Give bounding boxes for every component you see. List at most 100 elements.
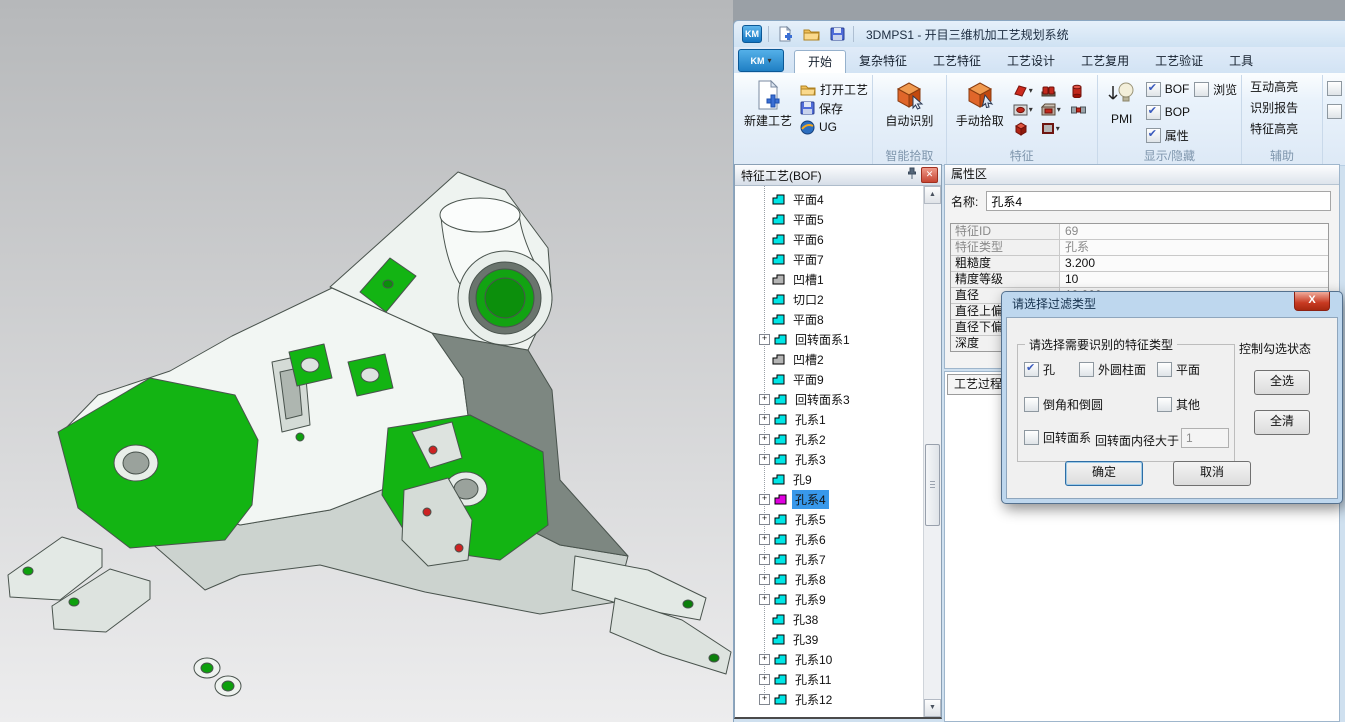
inner-diameter-input[interactable] xyxy=(1181,428,1229,448)
checkbox-icon[interactable] xyxy=(1157,397,1172,412)
tree-item[interactable]: 平面6 xyxy=(735,229,924,249)
close-icon[interactable]: ✕ xyxy=(921,167,938,183)
tree-item[interactable]: +孔系8 xyxy=(735,569,924,589)
tree-item[interactable]: +孔系1 xyxy=(735,409,924,429)
expand-toggle-icon[interactable]: + xyxy=(759,494,770,505)
cube-feature-button[interactable] xyxy=(1013,122,1041,136)
tree-item[interactable]: 平面4 xyxy=(735,189,924,209)
tree-item[interactable]: 平面8 xyxy=(735,309,924,329)
plane-filter-checkbox[interactable]: 平面 xyxy=(1157,361,1200,378)
ribbon-tab[interactable]: 复杂特征 xyxy=(846,50,920,72)
auto-recognize-button[interactable]: 自动识别 xyxy=(880,77,938,149)
checkbox-icon[interactable] xyxy=(1157,362,1172,377)
tree-item[interactable]: 凹槽2 xyxy=(735,349,924,369)
tree-item[interactable]: +孔系2 xyxy=(735,429,924,449)
ribbon-tab[interactable]: 工艺特征 xyxy=(920,50,994,72)
tree-item[interactable]: +孔系4 xyxy=(735,489,924,509)
expand-toggle-icon[interactable]: + xyxy=(759,454,770,465)
new-document-icon[interactable] xyxy=(775,24,795,44)
plane-feature-button[interactable]: ▾ xyxy=(1013,84,1041,97)
tree-item[interactable]: 平面7 xyxy=(735,249,924,269)
checkbox-icon[interactable] xyxy=(1024,430,1039,445)
tree-item[interactable]: +孔系12 xyxy=(735,689,924,709)
tree-item[interactable]: 孔38 xyxy=(735,609,924,629)
ribbon-tab[interactable]: 工艺验证 xyxy=(1142,50,1216,72)
interactive-highlight-button[interactable]: 互动高亮 xyxy=(1246,77,1318,98)
expand-toggle-icon[interactable]: + xyxy=(759,414,770,425)
new-process-button[interactable]: 新建工艺 xyxy=(740,77,796,149)
expand-toggle-icon[interactable]: + xyxy=(759,654,770,665)
ribbon-tab[interactable]: 开始 xyxy=(794,50,846,73)
app-menu-button[interactable]: KM ▾ xyxy=(738,49,784,72)
tree-item[interactable]: 平面5 xyxy=(735,209,924,229)
cylinder-feature-button[interactable] xyxy=(1071,84,1093,98)
open-folder-icon[interactable] xyxy=(801,24,821,44)
property-value[interactable]: 孔系 xyxy=(1060,240,1328,255)
expand-toggle-icon[interactable]: + xyxy=(759,574,770,585)
hole-feature-button[interactable]: ▾ xyxy=(1013,103,1041,116)
scroll-down-icon[interactable]: ▼ xyxy=(924,699,941,717)
select-all-button[interactable]: 全选 xyxy=(1254,370,1310,395)
browse-checkbox[interactable]: 浏览 xyxy=(1194,79,1237,99)
other-filter-checkbox[interactable]: 其他 xyxy=(1157,396,1200,413)
tree-item[interactable]: 切口2 xyxy=(735,289,924,309)
tree-item[interactable]: +回转面系3 xyxy=(735,389,924,409)
expand-toggle-icon[interactable]: + xyxy=(759,434,770,445)
expand-toggle-icon[interactable]: + xyxy=(759,394,770,405)
scroll-up-icon[interactable]: ▲ xyxy=(924,186,941,204)
ribbon-tab[interactable]: 工艺设计 xyxy=(994,50,1068,72)
expand-toggle-icon[interactable]: + xyxy=(759,594,770,605)
ribbon-tab[interactable]: 工具 xyxy=(1216,50,1266,72)
ribbon-tab[interactable]: 工艺复用 xyxy=(1068,50,1142,72)
checkbox-icon[interactable] xyxy=(1146,128,1161,143)
tree-item[interactable]: 平面9 xyxy=(735,369,924,389)
tree-item[interactable]: +孔系3 xyxy=(735,449,924,469)
tree-item[interactable]: +孔系5 xyxy=(735,509,924,529)
bof-checkbox[interactable]: BOF xyxy=(1146,79,1190,99)
pin-icon[interactable] xyxy=(907,167,917,183)
checkbox-icon[interactable] xyxy=(1024,362,1039,377)
title-bar[interactable]: KM 3DMPS1 - 开目三维机加工艺规划系统 xyxy=(734,21,1345,47)
tree-item[interactable]: +孔系11 xyxy=(735,669,924,689)
tree-scrollbar[interactable]: ▲ ▼ xyxy=(923,186,941,717)
feature-highlight-button[interactable]: 特征高亮 xyxy=(1246,119,1318,140)
tree-item[interactable]: +孔系10 xyxy=(735,649,924,669)
outer-cylinder-filter-checkbox[interactable]: 外圆柱面 xyxy=(1079,361,1146,378)
save-button[interactable]: 保存 xyxy=(800,100,868,116)
expand-toggle-icon[interactable]: + xyxy=(759,674,770,685)
property-value[interactable]: 69 xyxy=(1060,224,1328,239)
checkbox-icon[interactable] xyxy=(1194,82,1209,97)
tree-item[interactable]: +孔系7 xyxy=(735,549,924,569)
open-process-button[interactable]: 打开工艺 xyxy=(800,81,868,97)
ug-button[interactable]: UG xyxy=(800,119,868,135)
scrollbar-thumb[interactable] xyxy=(925,444,940,526)
expand-toggle-icon[interactable]: + xyxy=(759,334,770,345)
checkbox-icon[interactable] xyxy=(1024,397,1039,412)
save-icon[interactable] xyxy=(827,24,847,44)
checkbox-icon[interactable] xyxy=(1146,82,1161,97)
pmi-button[interactable]: PMI xyxy=(1102,77,1142,149)
recognition-report-button[interactable]: 识别报告 xyxy=(1246,98,1318,119)
property-value[interactable]: 3.200 xyxy=(1060,256,1328,271)
pocket-feature-button[interactable]: ▾ xyxy=(1041,103,1071,116)
cancel-button[interactable]: 取消 xyxy=(1173,461,1251,486)
tree-item[interactable]: +回转面系1 xyxy=(735,329,924,349)
close-icon[interactable]: X xyxy=(1294,292,1330,311)
hole-filter-checkbox[interactable]: 孔 xyxy=(1024,361,1055,378)
revolve-face-filter-checkbox[interactable]: 回转面系 xyxy=(1024,429,1091,446)
checkbox-icon[interactable] xyxy=(1079,362,1094,377)
tree-item[interactable]: +孔系6 xyxy=(735,529,924,549)
checkbox-icon[interactable] xyxy=(1327,81,1342,96)
tree-item[interactable]: 孔39 xyxy=(735,629,924,649)
attribute-checkbox[interactable]: 属性 xyxy=(1146,125,1190,145)
expand-toggle-icon[interactable]: + xyxy=(759,694,770,705)
face-feature-button[interactable]: ▾ xyxy=(1041,122,1071,135)
expand-toggle-icon[interactable]: + xyxy=(759,554,770,565)
bars-feature-button[interactable] xyxy=(1041,85,1071,97)
expand-toggle-icon[interactable]: + xyxy=(759,514,770,525)
checkbox-icon[interactable] xyxy=(1146,105,1161,120)
checkbox-icon[interactable] xyxy=(1327,104,1342,119)
tree-item[interactable]: 凹槽1 xyxy=(735,269,924,289)
chamfer-fillet-filter-checkbox[interactable]: 倒角和倒圆 xyxy=(1024,396,1103,413)
dialog-title[interactable]: 请选择过滤类型 xyxy=(1006,292,1338,317)
